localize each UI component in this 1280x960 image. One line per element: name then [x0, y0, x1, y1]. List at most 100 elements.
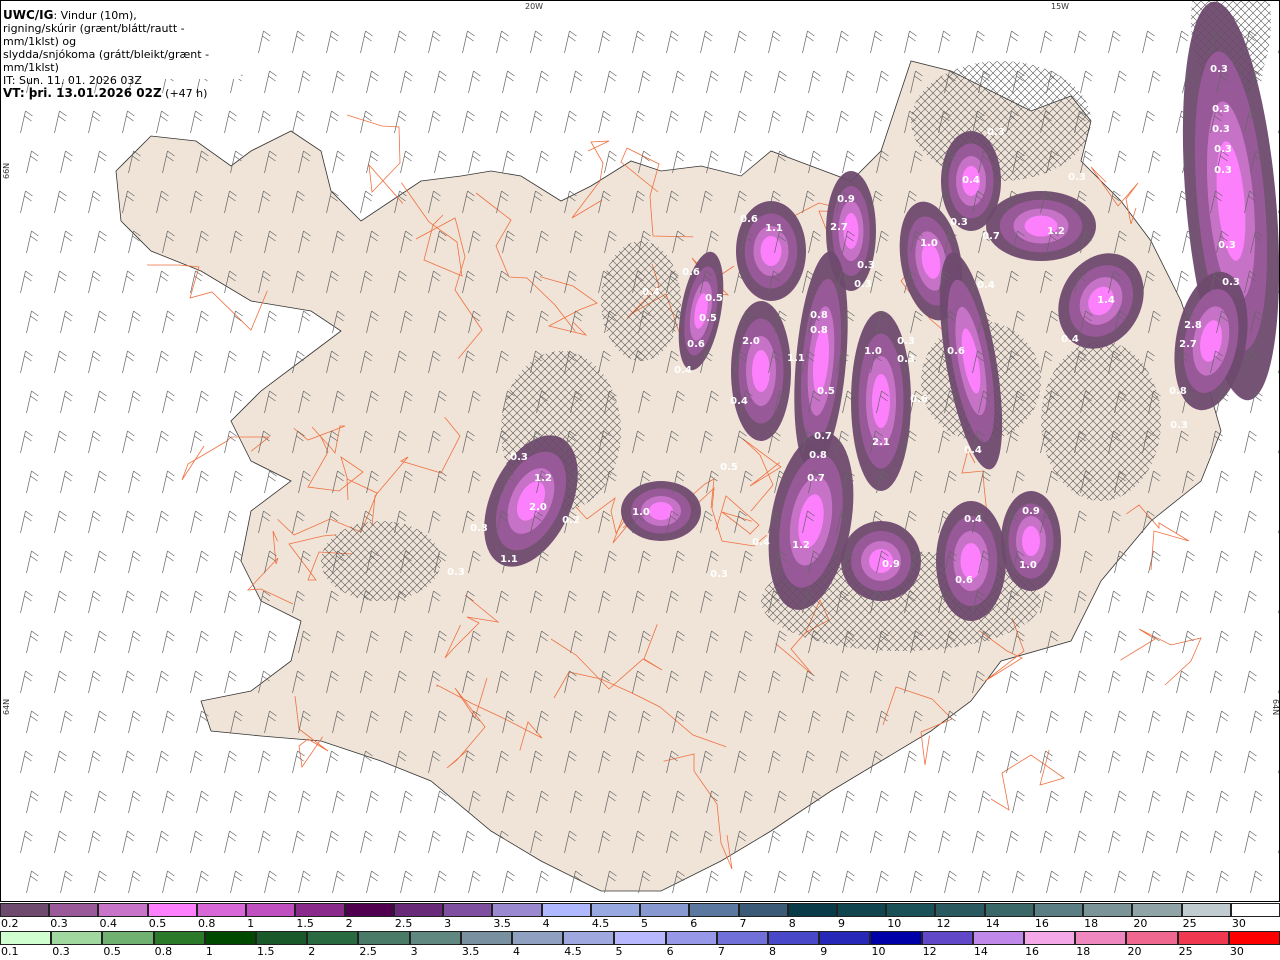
wind-barb	[1080, 870, 1093, 894]
wind-barb	[196, 710, 209, 734]
snow-scale-label: 25	[1182, 917, 1197, 930]
wind-barb	[26, 710, 39, 734]
snow-scale-swatch	[836, 903, 887, 917]
precip-value-label: 1.0	[864, 346, 882, 357]
wind-barb	[978, 870, 991, 894]
rain-scale-swatch	[972, 931, 1025, 945]
precip-value-label: 0.3	[1214, 165, 1232, 176]
wind-barb	[1006, 750, 1019, 774]
wind-barb	[1148, 710, 1161, 734]
snow-scale-label: 7	[739, 917, 747, 930]
wind-barb	[26, 630, 39, 654]
wind-barb	[162, 390, 175, 414]
snow-scale-swatch	[1230, 903, 1280, 917]
wind-barb	[230, 390, 243, 414]
wind-barb	[1244, 510, 1257, 534]
wind-barb	[462, 830, 475, 854]
wind-barb	[264, 790, 277, 814]
rain-scale-swatch	[716, 931, 769, 945]
rain-scale-label: 16	[1025, 945, 1040, 958]
wind-barb	[94, 470, 107, 494]
wind-barb	[1080, 630, 1093, 654]
wind-barb	[224, 590, 237, 614]
wind-barb	[1012, 710, 1025, 734]
precip-value-label: 0.4	[964, 514, 982, 525]
wind-barb	[876, 70, 889, 94]
snow-scale-swatch	[393, 903, 444, 917]
wind-barb	[598, 30, 611, 54]
wind-barb	[196, 470, 209, 494]
snow-scale-label: 0.3	[50, 917, 68, 930]
wind-barb	[434, 70, 447, 94]
wind-barb	[1148, 550, 1161, 574]
wind-barb	[530, 30, 543, 54]
wind-barb	[20, 750, 33, 774]
wind-barb	[196, 550, 209, 574]
wind-barb	[1250, 550, 1263, 574]
rain-scale-swatch	[153, 931, 205, 945]
wind-barb	[1148, 790, 1161, 814]
snow-scale-swatch	[49, 903, 99, 917]
precip-value-label: 0.5	[699, 313, 717, 324]
rain-scale-swatch	[409, 931, 461, 945]
wind-barb	[1142, 670, 1155, 694]
wind-barb	[224, 830, 237, 854]
snow-scale-label: 2	[345, 917, 353, 930]
wind-barb	[196, 390, 209, 414]
wind-barb	[264, 70, 277, 94]
wind-barb	[536, 150, 549, 174]
wind-barb	[156, 830, 169, 854]
precip-value-label: 0.3	[1214, 144, 1232, 155]
wind-barb	[264, 870, 277, 894]
precip-value-label: 0.9	[1022, 506, 1040, 517]
wind-barb	[462, 30, 475, 54]
wind-barb	[802, 30, 815, 54]
wind-barb	[1046, 870, 1059, 894]
wind-barb	[904, 830, 917, 854]
wind-barb	[326, 30, 339, 54]
wind-barb	[54, 350, 67, 374]
wind-barb	[88, 430, 101, 454]
snow-scale-swatch	[738, 903, 788, 917]
wind-barb	[94, 710, 107, 734]
wind-barb	[1278, 44, 1280, 54]
wind-barb	[122, 750, 135, 774]
precip-value-label: 0.3	[1210, 64, 1228, 75]
wind-barb	[1278, 444, 1280, 454]
wind-barb	[1278, 764, 1280, 774]
wind-barb	[230, 550, 243, 574]
wind-barb	[1244, 830, 1257, 854]
rain-scale-swatch	[768, 931, 820, 945]
precip-value-label: 0.5	[705, 293, 723, 304]
snow-scale-swatch	[1083, 903, 1133, 917]
wind-barb	[400, 70, 413, 94]
map-title-box: UWC/IG: Vindur (10m), rigning/skúrir (gr…	[1, 1, 241, 100]
wind-barb	[26, 550, 39, 574]
precip-value-label: 1.2	[792, 540, 810, 551]
snow-scale-label: 12	[936, 917, 951, 930]
wind-barb	[740, 870, 753, 894]
snow-scale-labels: 0.2 0.3 0.4 0.5 0.8 1 1.5 2 2.5 3 3.5 4 4.5 5 6 7 8 9 10 12…	[0, 917, 1280, 930]
precip-value-label: 0.3	[1170, 420, 1188, 431]
rain-scale-label: 2	[308, 945, 316, 958]
wind-barb	[20, 830, 33, 854]
snow-scale-label: 4	[542, 917, 550, 930]
wind-barb	[230, 470, 243, 494]
wind-barb	[26, 470, 39, 494]
wind-barb	[156, 270, 169, 294]
wind-barb	[122, 350, 135, 374]
wind-barb	[1210, 750, 1223, 774]
rain-scale-label: 0.8	[154, 945, 173, 958]
snow-scale-label: 16	[1034, 917, 1049, 930]
wind-barb	[1074, 750, 1087, 774]
wind-barb	[468, 870, 481, 894]
wind-barb	[88, 190, 101, 214]
wind-barb	[326, 110, 339, 134]
rain-scale-label: 7	[717, 945, 725, 958]
wind-barb	[26, 230, 39, 254]
wind-barb	[978, 710, 991, 734]
wind-barb	[292, 30, 305, 54]
wind-barb	[394, 30, 407, 54]
snow-scale-swatch	[147, 903, 197, 917]
snow-scale-label: 3.5	[493, 917, 511, 930]
